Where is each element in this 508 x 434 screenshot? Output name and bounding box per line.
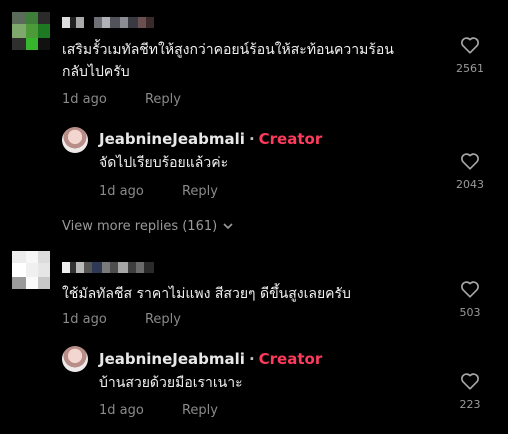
creator-badge: Creator xyxy=(258,130,323,148)
separator-dot: · xyxy=(248,130,255,148)
timestamp: 1d ago xyxy=(62,312,107,327)
like-button[interactable]: 503 xyxy=(450,280,490,319)
timestamp: 1d ago xyxy=(62,92,107,107)
reply-text: บ้านสวยด้วยมือเราเนาะ xyxy=(99,375,243,391)
like-button[interactable]: 2043 xyxy=(450,152,490,191)
like-count: 503 xyxy=(459,306,481,319)
username-obscured[interactable] xyxy=(62,17,154,28)
like-button[interactable]: 2561 xyxy=(450,36,490,75)
heart-outline-icon xyxy=(461,153,479,170)
chevron-down-icon xyxy=(223,219,233,234)
comment-text-line-2: กลับไปครับ xyxy=(62,64,130,80)
reply-button[interactable]: Reply xyxy=(182,403,218,418)
author-line: JeabnineJeabmali · Creator xyxy=(99,350,322,368)
reply-meta: 1d ago Reply xyxy=(99,403,218,418)
timestamp: 1d ago xyxy=(99,184,144,199)
heart-outline-icon xyxy=(461,373,479,390)
comment-meta: 1d ago Reply xyxy=(62,92,181,107)
comment-text-line-1: เสริมรั้วเมทัลชีทให้สูงกว่าคอยน์ร้อนให้ส… xyxy=(62,42,394,58)
creator-avatar[interactable] xyxy=(62,346,88,372)
reply-meta: 1d ago Reply xyxy=(99,184,218,199)
reply-1: JeabnineJeabmali · Creator จัดไปเรียบร้อยแ… xyxy=(0,120,508,210)
like-button[interactable]: 223 xyxy=(450,372,490,411)
comment-text: เสริมรั้วเมทัลชีทให้สูงกว่าคอยน์ร้อนให้ส… xyxy=(62,39,394,83)
reply-text: จัดไปเรียบร้อยแล้วค่ะ xyxy=(99,155,229,171)
view-more-label: View more replies (161) xyxy=(62,219,218,234)
username-obscured[interactable] xyxy=(62,262,154,273)
author-name[interactable]: JeabnineJeabmali xyxy=(99,350,245,368)
timestamp: 1d ago xyxy=(99,403,144,418)
comment-1: เสริมรั้วเมทัลชีทให้สูงกว่าคอยน์ร้อนให้ส… xyxy=(0,0,508,120)
author-name[interactable]: JeabnineJeabmali xyxy=(99,130,245,148)
author-line: JeabnineJeabmali · Creator xyxy=(99,130,322,148)
separator-dot: · xyxy=(248,350,255,368)
like-count: 2561 xyxy=(456,62,484,75)
comment-2: ใช้มัลทัลชีส ราคาไม่แพง สีสวยๆ ดีขึ้นสูง… xyxy=(0,248,508,338)
like-count: 2043 xyxy=(456,178,484,191)
view-more-replies-button[interactable]: View more replies (161) xyxy=(62,219,233,234)
comment-meta: 1d ago Reply xyxy=(62,312,181,327)
like-count: 223 xyxy=(459,398,481,411)
comment-text: ใช้มัลทัลชีส ราคาไม่แพง สีสวยๆ ดีขึ้นสูง… xyxy=(62,286,351,302)
reply-button[interactable]: Reply xyxy=(145,312,181,327)
creator-badge: Creator xyxy=(258,350,323,368)
creator-avatar[interactable] xyxy=(62,127,88,153)
reply-2: JeabnineJeabmali · Creator บ้านสวยด้วยมือเ… xyxy=(0,338,508,434)
reply-button[interactable]: Reply xyxy=(182,184,218,199)
avatar[interactable] xyxy=(12,251,50,289)
heart-outline-icon xyxy=(461,37,479,54)
reply-button[interactable]: Reply xyxy=(145,92,181,107)
avatar[interactable] xyxy=(12,12,50,50)
heart-outline-icon xyxy=(461,281,479,298)
